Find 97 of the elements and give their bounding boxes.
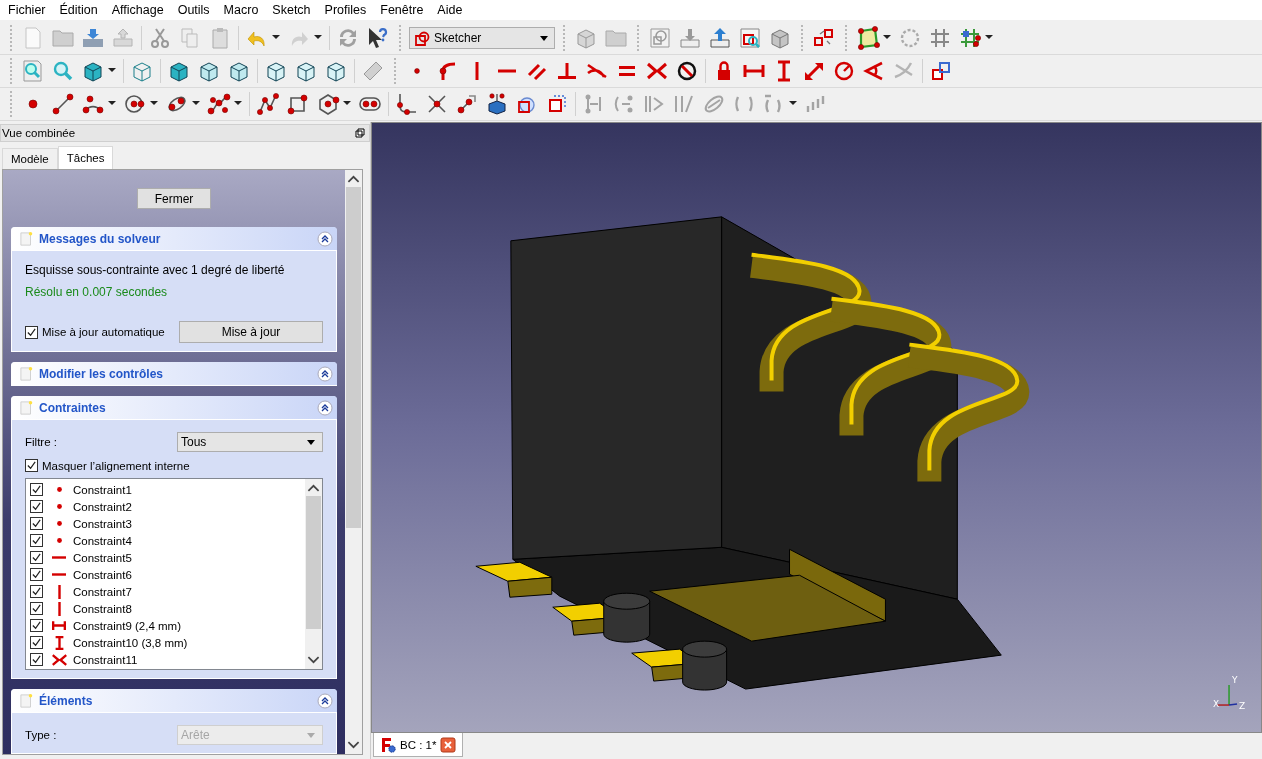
caret-icon[interactable] bbox=[789, 101, 799, 107]
checkbox[interactable] bbox=[30, 653, 43, 666]
symmetric-icon bbox=[51, 653, 67, 666]
coincident-dot-icon bbox=[56, 487, 62, 492]
note-icon bbox=[20, 399, 34, 416]
scrollbar[interactable] bbox=[345, 170, 362, 754]
scrollbar-thumb[interactable] bbox=[346, 187, 361, 528]
section-title: Éléments bbox=[39, 693, 94, 708]
caret-icon[interactable] bbox=[883, 35, 893, 41]
constraint-label[interactable]: Constraint2 bbox=[73, 500, 132, 513]
caret-icon[interactable] bbox=[234, 101, 244, 107]
menu-item[interactable]: Fenêtre bbox=[373, 0, 431, 20]
solver-message: Esquisse sous-contrainte avec 1 degré de liberté bbox=[25, 263, 286, 277]
axis-label: Y bbox=[1232, 675, 1238, 686]
caret-icon[interactable] bbox=[108, 101, 118, 107]
caret-icon[interactable] bbox=[314, 35, 324, 41]
close-button[interactable]: Fermer bbox=[137, 188, 211, 209]
vertical-distance-icon bbox=[53, 635, 65, 650]
menu-item[interactable]: Édition bbox=[52, 0, 105, 20]
constraint-label[interactable]: Constraint5 bbox=[73, 551, 132, 564]
caret-icon[interactable] bbox=[108, 68, 118, 74]
constraint-label[interactable]: Constraint11 bbox=[73, 653, 138, 666]
note-icon bbox=[20, 365, 34, 382]
coincident-dot-icon bbox=[56, 521, 62, 526]
panel-tab[interactable]: Modèle bbox=[2, 148, 58, 169]
checkbox[interactable] bbox=[30, 500, 43, 513]
menu-item[interactable]: Sketch bbox=[265, 0, 318, 20]
checkbox[interactable] bbox=[30, 636, 43, 649]
constraint-label[interactable]: Constraint10 (3,8 mm) bbox=[73, 636, 188, 649]
close-icon[interactable] bbox=[440, 736, 457, 753]
horizontal-bar-icon bbox=[52, 556, 66, 559]
menu-item[interactable]: Profiles bbox=[317, 0, 374, 20]
checkbox[interactable] bbox=[30, 602, 43, 615]
section-title: Contraintes bbox=[39, 400, 107, 415]
section-header[interactable]: Messages du solveur bbox=[11, 227, 337, 251]
menu-item[interactable]: Fichier bbox=[1, 0, 53, 20]
constraint-label[interactable]: Constraint7 bbox=[73, 585, 132, 598]
filter-label: Filtre : bbox=[25, 436, 57, 448]
coincident-dot-icon bbox=[56, 504, 62, 509]
filter-dropdown[interactable]: Tous bbox=[177, 432, 323, 452]
caret-icon[interactable] bbox=[192, 101, 202, 107]
constraint-label[interactable]: Constraint4 bbox=[73, 534, 132, 547]
constraint-label[interactable]: Constraint1 bbox=[73, 483, 132, 496]
caret-icon[interactable] bbox=[306, 438, 316, 446]
constraint-label[interactable]: Constraint8 bbox=[73, 602, 132, 615]
app-logo-icon bbox=[380, 736, 396, 753]
solver-status: Résolu en 0.007 secondes bbox=[25, 285, 169, 299]
caret-icon[interactable] bbox=[539, 34, 549, 42]
caret-icon[interactable] bbox=[150, 101, 160, 107]
axis-label: X bbox=[1213, 699, 1220, 710]
checkbox[interactable] bbox=[30, 483, 43, 496]
menu-item[interactable]: Outils bbox=[170, 0, 217, 20]
type-label: Type : bbox=[25, 729, 57, 741]
vertical-bar-icon bbox=[57, 584, 61, 599]
panel-tab[interactable]: Tâches bbox=[57, 146, 114, 169]
caret-icon[interactable] bbox=[343, 101, 353, 107]
menu-item[interactable]: Affichage bbox=[104, 0, 171, 20]
constraint-label[interactable]: Constraint3 bbox=[73, 517, 132, 530]
checkbox[interactable] bbox=[30, 551, 43, 564]
checkbox[interactable] bbox=[30, 619, 43, 632]
document-tab[interactable]: BC : 1* bbox=[373, 733, 464, 757]
checkbox-label: Masquer l’alignement interne bbox=[42, 459, 190, 472]
float-panel-icon[interactable] bbox=[355, 128, 365, 138]
collapse-icon[interactable] bbox=[317, 399, 333, 416]
collapse-icon[interactable] bbox=[317, 365, 333, 382]
caret-icon[interactable] bbox=[272, 35, 282, 41]
constraint-label[interactable]: Constraint6 bbox=[73, 568, 132, 581]
note-icon bbox=[20, 692, 34, 709]
section-title: Messages du solveur bbox=[39, 231, 162, 246]
section-title: Modifier les contrôles bbox=[39, 366, 165, 381]
checkbox[interactable] bbox=[25, 459, 38, 472]
vertical-bar-icon bbox=[57, 601, 61, 616]
checkbox[interactable] bbox=[25, 325, 38, 339]
note-icon bbox=[20, 230, 34, 247]
section-header[interactable]: Contraintes bbox=[11, 396, 337, 420]
horizontal-bar-icon bbox=[52, 573, 66, 576]
horizontal-distance-icon bbox=[52, 620, 66, 631]
coincident-dot-icon bbox=[56, 538, 62, 543]
checkbox-label: Mise à jour automatique bbox=[42, 326, 165, 338]
caret-icon[interactable] bbox=[985, 35, 995, 41]
section-header[interactable]: Modifier les contrôles bbox=[11, 362, 337, 386]
workbench-dropdown[interactable]: Sketcher bbox=[409, 27, 555, 49]
sketcher-icon bbox=[414, 30, 430, 46]
menu-item[interactable]: Aide bbox=[430, 0, 470, 20]
constraint-label[interactable]: Constraint9 (2,4 mm) bbox=[73, 619, 181, 632]
update-button[interactable]: Mise à jour bbox=[179, 321, 323, 343]
panel-title: Vue combinée bbox=[2, 127, 76, 139]
collapse-icon[interactable] bbox=[317, 230, 333, 247]
checkbox[interactable] bbox=[30, 534, 43, 547]
checkbox[interactable] bbox=[30, 517, 43, 530]
collapse-icon[interactable] bbox=[317, 692, 333, 709]
menu-item[interactable]: Macro bbox=[216, 0, 266, 20]
scrollbar-thumb[interactable] bbox=[306, 496, 321, 629]
axis-label: Z bbox=[1239, 701, 1246, 712]
checkbox[interactable] bbox=[30, 568, 43, 581]
scrollbar[interactable] bbox=[305, 479, 322, 669]
checkbox[interactable] bbox=[30, 585, 43, 598]
